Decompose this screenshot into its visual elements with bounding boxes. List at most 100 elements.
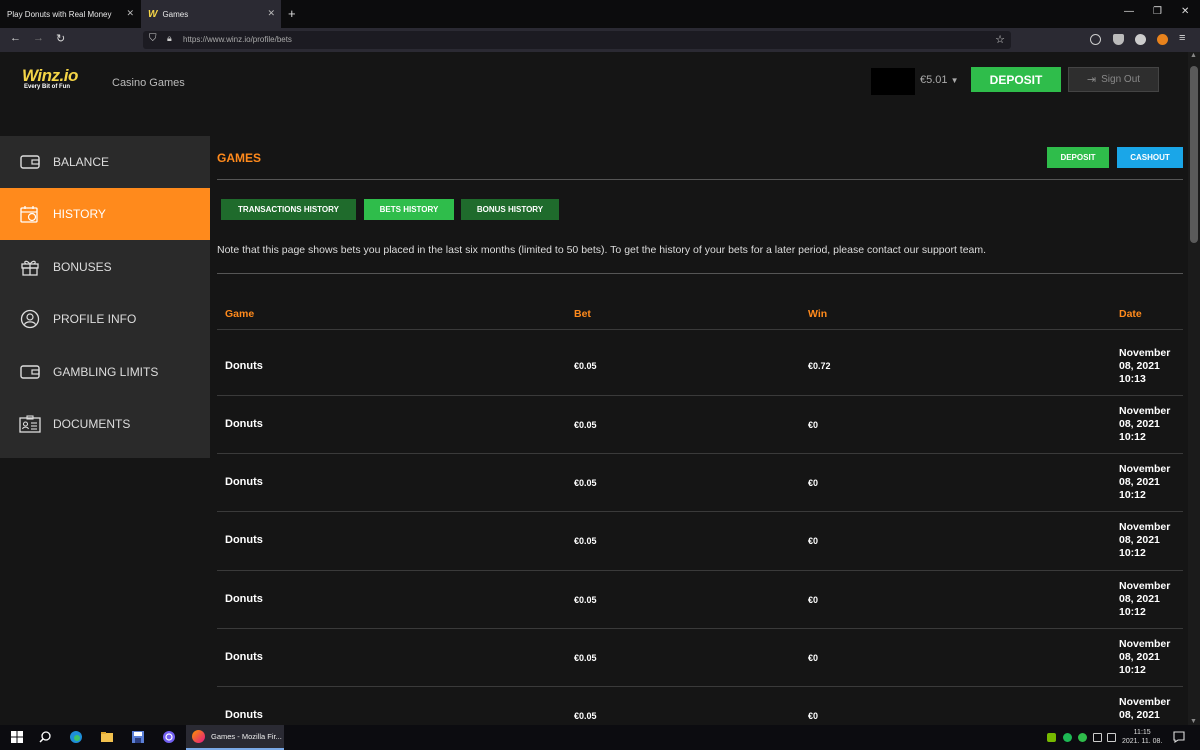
page-title: GAMES [217,151,262,165]
notification-icon[interactable] [1172,730,1186,744]
nvidia-tray-icon[interactable] [1047,733,1056,742]
table-row: Donuts €0.05 €0 November 08, 2021 10:12 [217,453,1183,511]
cell-date: November 08, 2021 10:12 [1119,521,1183,560]
casino-games-link[interactable]: Casino Games [112,77,185,89]
browser-tab-games[interactable]: W Games ✕ [141,0,281,28]
windows-taskbar: Games - Mozilla Fir... 11:15 2021. 11. 0… [0,725,1200,750]
date-time: 10:12 [1119,489,1146,501]
user-icon [19,309,41,329]
sidebar-item-label: DOCUMENTS [53,417,131,431]
taskbar-window-label: Games - Mozilla Fir... [211,732,282,741]
url-bar[interactable]: ⛉ 🔒︎ https://www.winz.io/profile/bets ☆ [143,31,1011,49]
page-scrollbar[interactable]: ▲ ▼ [1188,52,1200,725]
shield-extension-icon[interactable] [1113,34,1124,45]
date-time: 10:12 [1119,606,1146,618]
close-tab-icon[interactable]: ✕ [126,8,134,19]
scroll-down-icon[interactable]: ▼ [1190,718,1197,725]
scroll-up-icon[interactable]: ▲ [1190,52,1197,59]
cell-game: Donuts [225,709,263,721]
profile-extension-icon[interactable] [1135,34,1146,45]
cell-bet: €0.05 [574,420,597,430]
column-header-date: Date [1119,308,1142,320]
cell-game: Donuts [225,593,263,605]
tab-title: Games [162,9,189,19]
sign-out-button[interactable]: ⇥ Sign Out [1068,67,1159,92]
tracking-shield-icon[interactable]: ⛉ [149,33,157,44]
date-time: 10:13 [1119,373,1146,385]
site-logo[interactable]: Winz.io [22,66,78,86]
sidebar-item-gambling-limits[interactable]: GAMBLING LIMITS [0,346,210,398]
cell-win: €0 [808,653,819,663]
date-day-year: 08, 2021 [1119,534,1160,546]
sidebar-item-profile-info[interactable]: PROFILE INFO [0,293,210,345]
date-time: 10:12 [1119,547,1146,559]
sidebar-item-bonuses[interactable]: BONUSES [0,241,210,293]
clock-date: 2021. 11. 08. [1122,738,1163,745]
sidebar-item-documents[interactable]: DOCUMENTS [0,398,210,450]
divider [217,179,1183,180]
new-tab-icon[interactable]: + [288,6,296,21]
file-explorer-icon[interactable] [100,730,114,744]
date-day-year: 08, 2021 [1119,651,1160,663]
bookmark-star-icon[interactable]: ☆ [995,33,1005,46]
site-tagline: Every Bit of Fun [24,84,71,90]
cell-win: €0 [808,536,819,546]
sidebar-item-label: BALANCE [53,155,110,169]
reload-icon[interactable]: ↻ [56,32,65,45]
cell-bet: €0.05 [574,361,597,371]
tab-transactions-history[interactable]: TRANSACTIONS HISTORY [221,199,356,220]
column-header-game: Game [225,308,255,320]
table-row: Donuts €0.05 €0.72 November 08, 2021 10:13 [217,329,1183,387]
date-day-year: 08, 2021 [1119,360,1160,372]
wallet-limit-icon [19,362,41,382]
profile-sidebar: BALANCE HISTORY BONUSES PROFILE INFO GAM… [0,136,210,458]
close-tab-icon[interactable]: ✕ [267,8,275,19]
balance-dropdown[interactable]: €5.01 ▼ [920,74,959,86]
sidebar-item-history[interactable]: HISTORY [0,188,210,240]
search-icon[interactable] [38,730,52,744]
cell-date: November 08, 2021 10:12 [1119,405,1183,444]
sidebar-item-balance[interactable]: BALANCE [0,136,210,188]
header-deposit-button[interactable]: DEPOSIT [971,67,1061,92]
spotify-tray-icon[interactable] [1063,733,1072,742]
defender-tray-icon[interactable] [1078,733,1087,742]
menu-icon[interactable]: ≡ [1179,32,1185,44]
volume-tray-icon[interactable] [1107,733,1116,742]
gift-icon [19,257,41,277]
deposit-button[interactable]: DEPOSIT [1047,147,1109,168]
cashout-button[interactable]: CASHOUT [1117,147,1183,168]
viber-icon[interactable] [162,730,176,744]
tab-bonus-history[interactable]: BONUS HISTORY [461,199,559,220]
date-month: November [1119,463,1171,475]
scrollbar-thumb[interactable] [1190,66,1198,243]
cell-game: Donuts [225,476,263,488]
tab-bets-history[interactable]: BETS HISTORY [364,199,454,220]
date-month: November [1119,580,1171,592]
metamask-icon[interactable] [1157,34,1168,45]
cell-bet: €0.05 [574,595,597,605]
system-clock[interactable]: 11:15 2021. 11. 08. [1122,728,1162,746]
avatar[interactable] [871,68,915,95]
forward-icon[interactable]: → [33,32,44,44]
browser-tab-donuts[interactable]: Play Donuts with Real Money ✕ [0,0,140,28]
restore-icon[interactable]: ❐ [1153,6,1162,17]
history-note: Note that this page shows bets you place… [217,244,987,256]
back-icon[interactable]: ← [10,32,21,44]
network-tray-icon[interactable] [1093,733,1102,742]
cell-date: November 08, 2021 10:12 [1119,638,1183,677]
windows-start-icon[interactable] [10,730,24,744]
minimize-icon[interactable]: — [1124,6,1134,17]
table-row: Donuts €0.05 €0 November 08, 2021 10:12 [217,511,1183,569]
save-app-icon[interactable] [131,730,145,744]
taskbar-firefox-window[interactable]: Games - Mozilla Fir... [186,725,284,750]
close-window-icon[interactable]: ✕ [1181,6,1189,17]
edge-icon[interactable] [69,730,83,744]
sidebar-item-label: PROFILE INFO [53,312,137,326]
sidebar-item-label: BONUSES [53,260,112,274]
tab-title: Play Donuts with Real Money [7,9,112,19]
lock-icon[interactable]: 🔒︎ [167,33,172,44]
pocket-icon[interactable] [1090,34,1101,45]
sidebar-item-label: HISTORY [53,207,106,221]
sign-out-icon: ⇥ [1086,74,1097,86]
table-row: Donuts €0.05 €0 November 08, 2021 10:12 [217,570,1183,628]
